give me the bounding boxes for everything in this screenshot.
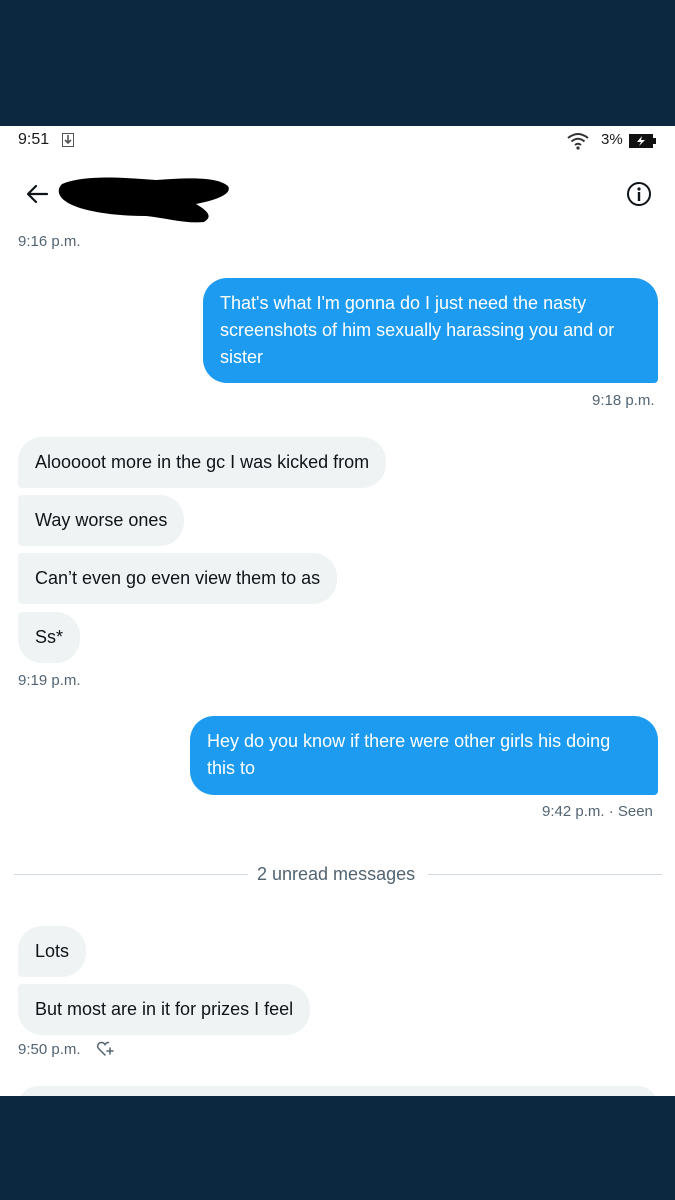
incoming-message-bubble[interactable]: Way worse ones	[18, 495, 185, 546]
redacted-contact-name	[56, 172, 236, 231]
message-composer[interactable]	[18, 1086, 658, 1096]
status-time: 9:51	[18, 131, 50, 148]
message-timestamp: 9:18 p.m.	[592, 392, 655, 409]
battery-percentage: 3%	[601, 131, 623, 148]
incoming-message-bubble[interactable]: Alooooot more in the gc I was kicked fro…	[18, 437, 387, 488]
divider-line-left	[14, 874, 248, 875]
message-timestamp: 9:16 p.m.	[18, 233, 81, 250]
outgoing-message-bubble[interactable]: That's what I'm gonna do I just need the…	[203, 278, 658, 383]
download-icon	[62, 133, 74, 152]
incoming-message-bubble[interactable]: But most are in it for prizes I feel	[18, 984, 311, 1035]
outgoing-message-bubble[interactable]: Hey do you know if there were other girl…	[190, 716, 658, 795]
message-timestamp: 9:19 p.m.	[18, 672, 81, 689]
dm-screen: 9:51 3% 9:16 p.m. That's what I'm gonna …	[0, 126, 675, 1096]
status-bar: 9:51 3%	[0, 126, 675, 154]
divider-line-right	[428, 874, 662, 875]
incoming-message-bubble[interactable]: Ss*	[18, 612, 81, 663]
message-timestamp: 9:50 p.m.	[18, 1041, 81, 1058]
battery-charging-icon	[629, 134, 657, 153]
add-reaction-icon[interactable]	[96, 1040, 116, 1063]
incoming-message-bubble[interactable]: Lots	[18, 926, 87, 977]
wifi-icon	[566, 132, 590, 155]
back-arrow-icon[interactable]	[24, 180, 52, 208]
unread-messages-divider: 2 unread messages	[257, 864, 416, 884]
message-timestamp-seen: 9:42 p.m. · Seen	[542, 803, 653, 820]
incoming-message-bubble[interactable]: Can’t even go even view them to as	[18, 553, 338, 604]
conversation-header	[0, 166, 675, 226]
info-icon[interactable]	[626, 181, 652, 207]
